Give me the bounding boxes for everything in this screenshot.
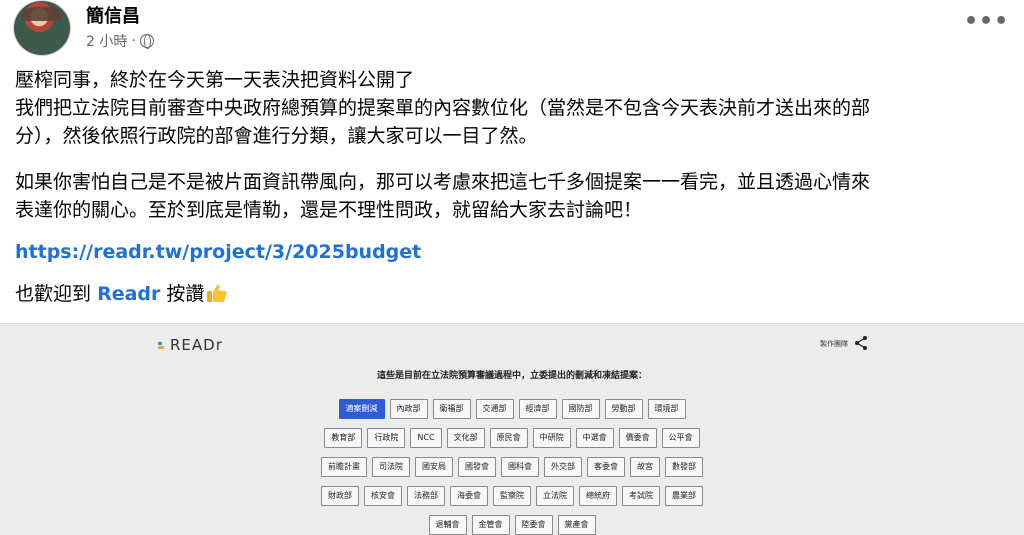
ministry-tag[interactable]: 立法院 <box>536 486 574 506</box>
ministry-tag[interactable]: 國發會 <box>458 457 496 477</box>
ministry-tag[interactable]: 國安局 <box>415 457 453 477</box>
ministry-tag[interactable]: 財政部 <box>321 486 359 506</box>
ministry-tag[interactable]: 適案刪減 <box>338 399 385 419</box>
ministry-tag[interactable]: 考試院 <box>622 486 660 506</box>
tag-row: 退輔會 金管會 陸委會 黨產會 <box>0 515 1024 535</box>
readr-logo[interactable]: READr <box>158 336 223 354</box>
ministry-tag[interactable]: 衛福部 <box>432 399 471 419</box>
ministry-tag[interactable]: 交通部 <box>475 399 514 419</box>
ministry-tag[interactable]: 客委會 <box>587 457 625 477</box>
post-time[interactable]: 2 小時 <box>86 31 127 51</box>
meta-separator: · <box>131 33 136 49</box>
post-meta: 2 小時 · <box>86 31 154 51</box>
link-preview[interactable]: READr 製作團隊 這些是目前在立法院預算審議過程中，立委提出的刪減和凍結提案… <box>0 323 1024 535</box>
ministry-tag[interactable]: 總統府 <box>579 486 617 506</box>
welcome-line: 也歡迎到 Readr 按讚 <box>15 280 228 308</box>
ministry-tag[interactable]: 陸委會 <box>514 515 553 535</box>
post-line-5: 表達你的關心。至於到底是情勒，還是不理性問政，就留給大家去討論吧！ <box>15 199 643 221</box>
ministry-tag[interactable]: 原民會 <box>489 428 528 448</box>
tag-row: 教育部 行政院 NCC 文化部 原民會 中研院 中選會 僑委會 公平會 <box>0 428 1024 448</box>
ministry-tag[interactable]: 國科會 <box>501 457 539 477</box>
ministry-tag[interactable]: 文化部 <box>446 428 485 448</box>
tag-row: 前瞻計畫 司法院 國安局 國發會 國科會 外交部 客委會 故宮 數發部 <box>0 457 1024 477</box>
ministry-tag[interactable]: 監察院 <box>493 486 531 506</box>
ministry-tag[interactable]: 退輔會 <box>428 515 467 535</box>
ministry-tag[interactable]: 中研院 <box>532 428 571 448</box>
post-line-4: 如果你害怕自己是不是被片面資訊帶風向，那可以考慮來把這七千多個提案一一看完，並且… <box>15 171 871 193</box>
share-icon[interactable] <box>853 335 869 351</box>
post-body: 壓榨同事，終於在今天第一天表決把資料公開了 我們把立法院目前審查中央政府總預算的… <box>15 66 1015 305</box>
ministry-tag[interactable]: 國防部 <box>561 399 600 419</box>
ministry-tag[interactable]: 僑委會 <box>618 428 657 448</box>
ministry-tag[interactable]: 法務部 <box>407 486 445 506</box>
tag-row: 適案刪減 內政部 衛福部 交通部 經濟部 國防部 勞動部 環境部 <box>0 399 1024 419</box>
ministry-tag[interactable]: 經濟部 <box>518 399 557 419</box>
ministry-tag[interactable]: 行政院 <box>367 428 406 448</box>
avatar[interactable] <box>13 0 71 56</box>
ministry-tag[interactable]: 勞動部 <box>604 399 643 419</box>
welcome-suffix: 按讚 <box>166 283 205 305</box>
ministry-tag[interactable]: 內政部 <box>389 399 428 419</box>
ministry-tag[interactable]: 黨產會 <box>557 515 596 535</box>
thumbs-up-icon <box>207 284 228 302</box>
post-header: 簡信昌 2 小時 · ••• <box>0 0 1024 60</box>
author-name[interactable]: 簡信昌 <box>86 2 140 28</box>
ministry-tag[interactable]: 海委會 <box>450 486 488 506</box>
readr-logo-text: READr <box>170 336 223 354</box>
ministry-tag[interactable]: 環境部 <box>647 399 686 419</box>
welcome-prefix: 也歡迎到 <box>15 283 92 305</box>
ministry-tag[interactable]: 公平會 <box>661 428 700 448</box>
ministry-tag[interactable]: 核安會 <box>364 486 402 506</box>
credits-link[interactable]: 製作團隊 <box>820 339 848 349</box>
ministry-tag[interactable]: 前瞻計畫 <box>321 457 367 477</box>
more-options-icon[interactable]: ••• <box>964 11 1008 36</box>
ministry-tag[interactable]: 教育部 <box>324 428 363 448</box>
ministry-tag[interactable]: NCC <box>410 428 442 448</box>
ministry-tag[interactable]: 金管會 <box>471 515 510 535</box>
project-link[interactable]: https://readr.tw/project/3/2025budget <box>15 238 421 266</box>
post-line-2: 我們把立法院目前審查中央政府總預算的提案單的內容數位化（當然是不包含今天表決前才… <box>15 97 871 119</box>
readr-logo-icon <box>158 341 167 350</box>
readr-page-link[interactable]: Readr <box>97 283 160 305</box>
ministry-tag[interactable]: 數發部 <box>665 457 703 477</box>
ministry-tag[interactable]: 農業部 <box>665 486 703 506</box>
preview-heading: 這些是目前在立法院預算審議過程中，立委提出的刪減和凍結提案： <box>376 371 647 381</box>
tag-row: 財政部 核安會 法務部 海委會 監察院 立法院 總統府 考試院 農業部 <box>0 486 1024 506</box>
ministry-tag[interactable]: 中選會 <box>575 428 614 448</box>
ministry-tag[interactable]: 故宮 <box>630 457 660 477</box>
globe-icon[interactable] <box>139 34 154 49</box>
post-paragraph-2: 如果你害怕自己是不是被片面資訊帶風向，那可以考慮來把這七千多個提案一一看完，並且… <box>15 168 1015 224</box>
post-line-1: 壓榨同事，終於在今天第一天表決把資料公開了 <box>15 69 415 91</box>
ministry-tag[interactable]: 外交部 <box>544 457 582 477</box>
ministry-tag[interactable]: 司法院 <box>372 457 410 477</box>
post-line-3: 分），然後依照行政院的部會進行分類，讓大家可以一目了然。 <box>15 125 538 147</box>
